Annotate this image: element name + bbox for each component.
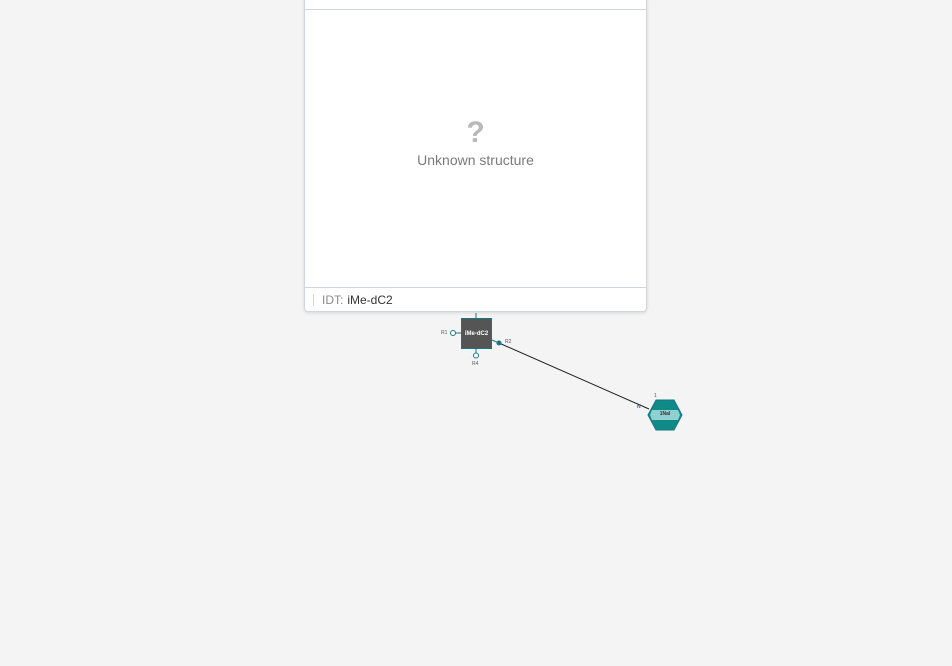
r2-attachment-point bbox=[496, 340, 502, 346]
n-label: N bbox=[637, 404, 641, 410]
hex-inner-band bbox=[650, 410, 680, 420]
monomer-imedc2[interactable]: iMe-dC2 bbox=[461, 318, 492, 349]
r1-attachment-point bbox=[450, 330, 456, 336]
bond-line bbox=[498, 342, 650, 410]
r2-label: R2 bbox=[505, 339, 512, 345]
editor-canvas[interactable]: ? Unknown structure IDT: iMe-dC2 iMe-dC2… bbox=[0, 0, 952, 666]
r1-label: R1 bbox=[441, 330, 448, 336]
r4-attachment-point bbox=[473, 352, 479, 359]
r4-label: R4 bbox=[472, 361, 479, 367]
monomer-1nal[interactable] bbox=[647, 399, 683, 431]
hex-top-mark: 1 bbox=[654, 393, 657, 399]
monomer-square-label: iMe-dC2 bbox=[464, 330, 489, 337]
